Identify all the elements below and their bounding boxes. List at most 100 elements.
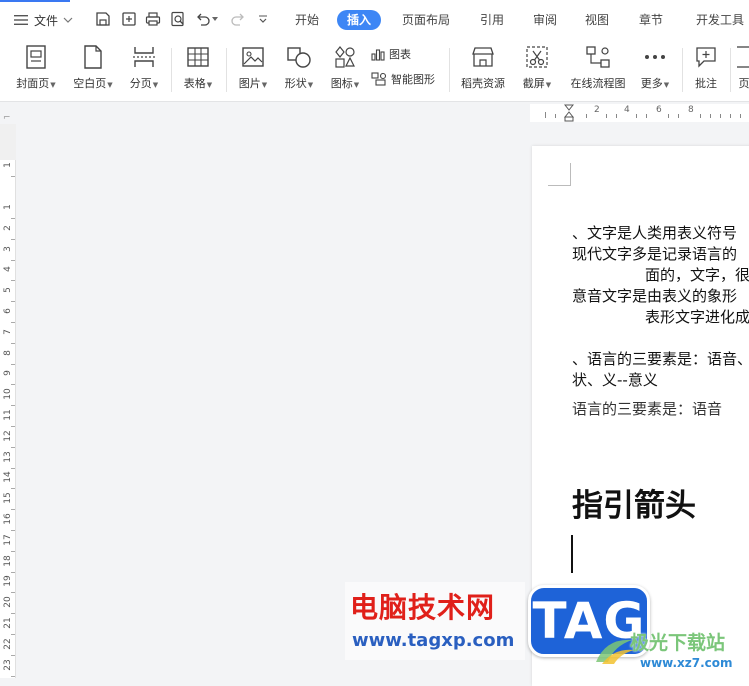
tab-review[interactable]: 审阅 <box>533 10 557 30</box>
redo-button[interactable] <box>229 10 247 28</box>
insert-ribbon: 封面页▼ 空白页▼ 分页▼ 表格▼ 图片▼ 形状▼ 图标▼ 图表 智能图形 稻壳… <box>0 38 749 102</box>
ruler-number: 12 <box>3 430 13 442</box>
doc-text-line[interactable]: 、语言的三要素是：语音、 <box>572 348 749 369</box>
ruler-number: 6 <box>656 105 662 115</box>
comment-button[interactable]: 批注 <box>689 42 723 96</box>
save-button[interactable] <box>94 10 112 28</box>
vertical-ruler[interactable]: 11234567891011121314151617181920212223 <box>0 160 16 678</box>
doc-text-line[interactable]: 面的，文字，很 <box>645 264 749 285</box>
ruler-tick <box>11 551 15 552</box>
ruler-tick <box>11 634 15 635</box>
ruler-number: 2 <box>3 222 13 234</box>
docer-resources-label: 稻壳资源 <box>461 77 505 90</box>
tab-home[interactable]: 开始 <box>295 10 319 30</box>
tab-developer[interactable]: 开发工具 <box>696 10 744 30</box>
page-break-label: 分页 <box>130 77 152 90</box>
indent-marker-icon[interactable] <box>564 104 574 122</box>
menu-bar: 文件 开始 插入 页面布局 引用 审阅 视图 章节 开发工具 <box>0 0 749 38</box>
table-button[interactable]: 表格▼ <box>179 42 217 96</box>
chart-button[interactable]: 图表 <box>371 45 411 63</box>
ribbon-divider <box>226 48 227 92</box>
doc-text-line[interactable]: 表形文字进化成 <box>645 306 749 327</box>
tab-view[interactable]: 视图 <box>585 10 609 30</box>
horizontal-ruler[interactable]: 2 4 6 8 <box>530 104 749 122</box>
tab-references[interactable]: 引用 <box>480 10 504 30</box>
preview-icon <box>170 11 186 27</box>
ruler-number: 10 <box>3 388 13 400</box>
blank-page-icon <box>83 45 103 69</box>
icon-library-label: 图标 <box>331 77 353 90</box>
page-margin-mark <box>570 163 571 186</box>
ribbon-divider <box>171 48 172 92</box>
comment-label: 批注 <box>695 77 717 90</box>
docer-resources-button[interactable]: 稻壳资源 <box>457 42 509 96</box>
more-button[interactable]: 更多▼ <box>637 42 673 96</box>
picture-icon <box>241 46 265 68</box>
file-menu-label: 文件 <box>34 12 58 29</box>
tab-page-layout[interactable]: 页面布局 <box>402 10 450 30</box>
chevron-down-icon <box>63 17 73 23</box>
ruler-tick <box>11 530 15 531</box>
ruler-number: 17 <box>3 534 13 546</box>
ruler-number: 1 <box>3 159 13 171</box>
print-preview-button[interactable] <box>169 10 187 28</box>
ruler-tick <box>11 384 15 385</box>
doc-text-line[interactable]: 意音文字是由表义的象形 <box>572 285 737 306</box>
blank-page-label: 空白页 <box>73 77 106 90</box>
ruler-number: 7 <box>3 326 13 338</box>
vertical-ruler-margin <box>0 124 16 160</box>
ruler-number: 1 <box>3 201 13 213</box>
print-button[interactable] <box>144 10 162 28</box>
ruler-tick <box>11 592 15 593</box>
caret-down-icon: ▼ <box>664 81 669 89</box>
online-flowchart-label: 在线流程图 <box>571 77 626 90</box>
doc-text-line[interactable]: 、文字是人类用表义符号 <box>572 222 737 243</box>
caret-down-icon: ▼ <box>107 81 112 89</box>
shapes-icon <box>286 45 312 69</box>
ruler-number: 14 <box>3 471 13 483</box>
hamburger-icon <box>14 14 28 26</box>
tab-section[interactable]: 章节 <box>639 10 663 30</box>
undo-dropdown[interactable] <box>210 10 220 28</box>
export-pdf-button[interactable] <box>120 10 138 28</box>
ruler-number: 4 <box>624 105 630 115</box>
ruler-corner-mark: ⌐ <box>3 113 11 123</box>
cover-page-button[interactable]: 封面页▼ <box>12 42 60 96</box>
ruler-number: 3 <box>3 243 13 255</box>
ruler-number: 21 <box>3 617 13 629</box>
customize-toolbar-button[interactable] <box>254 10 272 28</box>
watermark-url: www.tagxp.com <box>352 630 514 651</box>
caret-down-icon: ▼ <box>546 81 551 89</box>
ribbon-divider <box>449 48 450 92</box>
ruler-number: 9 <box>3 367 13 379</box>
blank-page-button[interactable]: 空白页▼ <box>69 42 117 96</box>
ruler-tick <box>11 488 15 489</box>
file-menu[interactable]: 文件 <box>14 9 73 31</box>
doc-text-line[interactable]: 语言的三要素是：语音 <box>572 398 722 419</box>
ruler-tick <box>11 280 15 281</box>
ruler-number: 8 <box>688 105 694 115</box>
online-flowchart-button[interactable]: 在线流程图 <box>565 42 631 96</box>
tab-insert[interactable]: 插入 <box>337 10 381 30</box>
screenshot-button[interactable]: 截屏▼ <box>518 42 556 96</box>
header-footer-label: 页 <box>739 77 749 90</box>
shape-button[interactable]: 形状▼ <box>279 42 319 96</box>
picture-button[interactable]: 图片▼ <box>234 42 272 96</box>
comment-icon <box>694 45 718 69</box>
doc-text-line[interactable]: 状、义--意义 <box>572 369 658 390</box>
doc-heading[interactable]: 指引箭头 <box>572 480 696 525</box>
doc-text-line[interactable]: 现代文字多是记录语言的 <box>572 243 737 264</box>
header-footer-button[interactable]: 页 <box>737 42 749 96</box>
caret-down-icon: ▼ <box>262 81 267 89</box>
chart-label: 图表 <box>389 46 411 62</box>
ruler-number: 16 <box>3 513 13 525</box>
ruler-tick <box>11 655 15 656</box>
icon-library-button[interactable]: 图标▼ <box>325 42 365 96</box>
page-break-button[interactable]: 分页▼ <box>125 42 163 96</box>
cover-page-icon <box>25 45 47 69</box>
chevron-down-icon <box>258 15 268 23</box>
ruler-tick <box>11 426 15 427</box>
flowchart-icon <box>585 45 611 69</box>
smart-art-button[interactable]: 智能图形 <box>371 70 435 88</box>
text-cursor <box>571 535 573 573</box>
